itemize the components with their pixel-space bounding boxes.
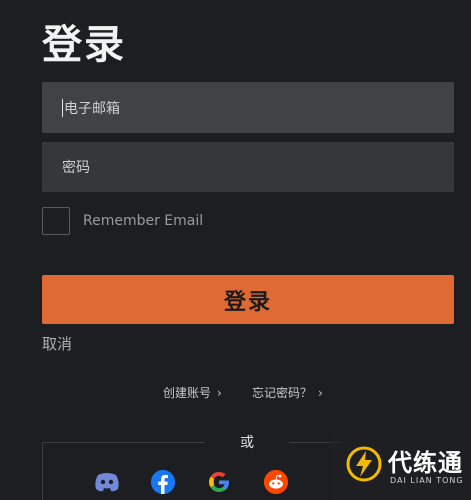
email-field[interactable]: 电子邮箱 bbox=[42, 82, 454, 133]
google-icon[interactable] bbox=[207, 470, 231, 494]
reddit-icon[interactable] bbox=[264, 470, 288, 494]
create-account-label: 创建账号 bbox=[163, 386, 212, 400]
create-account-link[interactable]: 创建账号 › bbox=[163, 384, 222, 401]
watermark-subtext: DAI LIAN TONG bbox=[390, 476, 464, 485]
remember-email-label[interactable]: Remember Email bbox=[83, 213, 203, 229]
page-title: 登录 bbox=[42, 22, 126, 68]
chevron-right-icon: › bbox=[217, 385, 222, 400]
email-placeholder: 电子邮箱 bbox=[64, 100, 120, 117]
password-field[interactable]: 密码 bbox=[42, 142, 454, 192]
social-login-box bbox=[42, 442, 342, 500]
or-divider: 或 bbox=[205, 430, 289, 454]
discord-icon[interactable] bbox=[94, 470, 120, 494]
text-caret bbox=[62, 98, 63, 117]
forgot-password-link[interactable]: 忘记密码？ › bbox=[252, 384, 323, 401]
cancel-link[interactable]: 取消 bbox=[42, 333, 72, 354]
login-button[interactable]: 登录 bbox=[42, 275, 454, 324]
chevron-right-icon: › bbox=[318, 385, 323, 400]
watermark-text: 代练通 bbox=[388, 449, 463, 477]
facebook-icon[interactable] bbox=[151, 470, 175, 494]
forgot-password-label: 忘记密码？ bbox=[252, 386, 313, 400]
remember-email-checkbox[interactable] bbox=[42, 207, 70, 235]
password-placeholder: 密码 bbox=[62, 160, 90, 176]
lightning-logo-icon bbox=[346, 446, 382, 482]
